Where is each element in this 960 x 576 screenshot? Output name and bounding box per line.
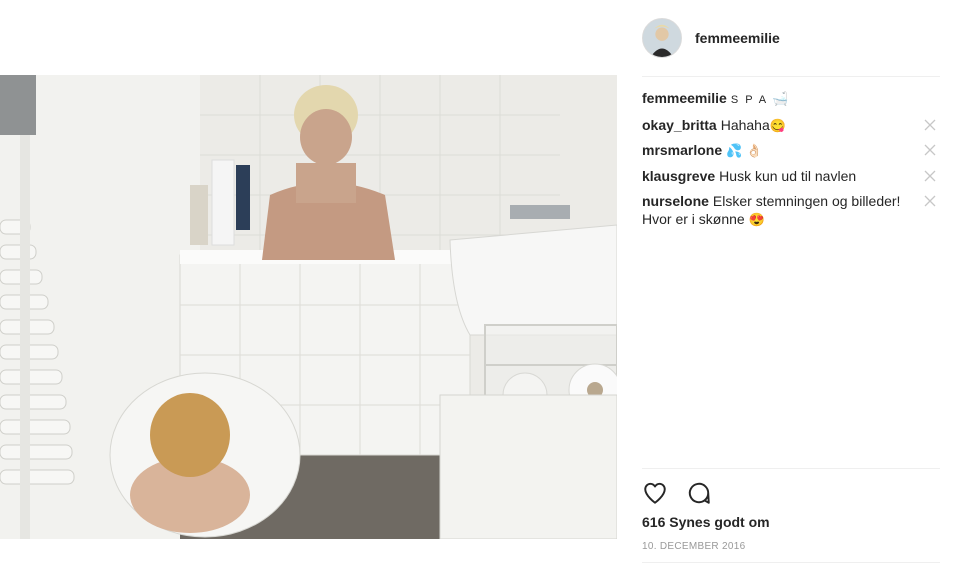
delete-comment-icon[interactable] [922, 168, 938, 184]
list-item: mrsmarlone 💦 👌🏻 [642, 141, 940, 160]
comment-icon[interactable] [686, 480, 712, 506]
comment-text: Husk kun ud til navlen [719, 167, 857, 184]
delete-comment-icon[interactable] [922, 142, 938, 158]
caption-text: S P A [730, 94, 769, 106]
comment-text: Hahaha [720, 116, 770, 133]
comment-author[interactable]: femmeemilie [642, 90, 727, 106]
comment-emoji: 😍 [748, 212, 765, 227]
header-divider [642, 76, 940, 77]
delete-comment-icon[interactable] [922, 193, 938, 209]
post-actions [642, 480, 712, 506]
list-item: okay_britta Hahaha😋 [642, 116, 940, 135]
delete-comment-icon[interactable] [922, 117, 938, 133]
comment-author[interactable]: nurselone [642, 193, 709, 209]
actions-divider [642, 468, 940, 469]
avatar-image [643, 19, 681, 57]
bathroom-photo-illustration [0, 75, 617, 539]
post-photo[interactable] [0, 75, 617, 539]
caption-emoji: 🛁 [772, 91, 789, 106]
list-item: klausgreve Husk kun ud til navlen [642, 167, 940, 186]
likes-count[interactable]: 616 Synes godt om [642, 514, 770, 530]
list-item: nurselone Elsker stemningen og billeder! … [642, 192, 940, 229]
comment-emoji: 😋 [769, 117, 786, 133]
comment-emoji: 💦 👌🏻 [726, 143, 763, 158]
comment-author[interactable]: klausgreve [642, 168, 715, 184]
post-author-username[interactable]: femmeemilie [695, 30, 780, 46]
heart-icon[interactable] [642, 480, 668, 506]
avatar[interactable] [642, 18, 682, 58]
post-date[interactable]: 10. DECEMBER 2016 [642, 541, 745, 552]
footer-divider [642, 562, 940, 563]
comment-author[interactable]: okay_britta [642, 117, 717, 133]
caption: femmeemilie S P A 🛁 [642, 89, 940, 109]
comment-author[interactable]: mrsmarlone [642, 142, 722, 158]
post-header: femmeemilie [642, 16, 940, 60]
comments-list: femmeemilie S P A 🛁 okay_britta Hahaha😋 mr… [642, 89, 940, 236]
